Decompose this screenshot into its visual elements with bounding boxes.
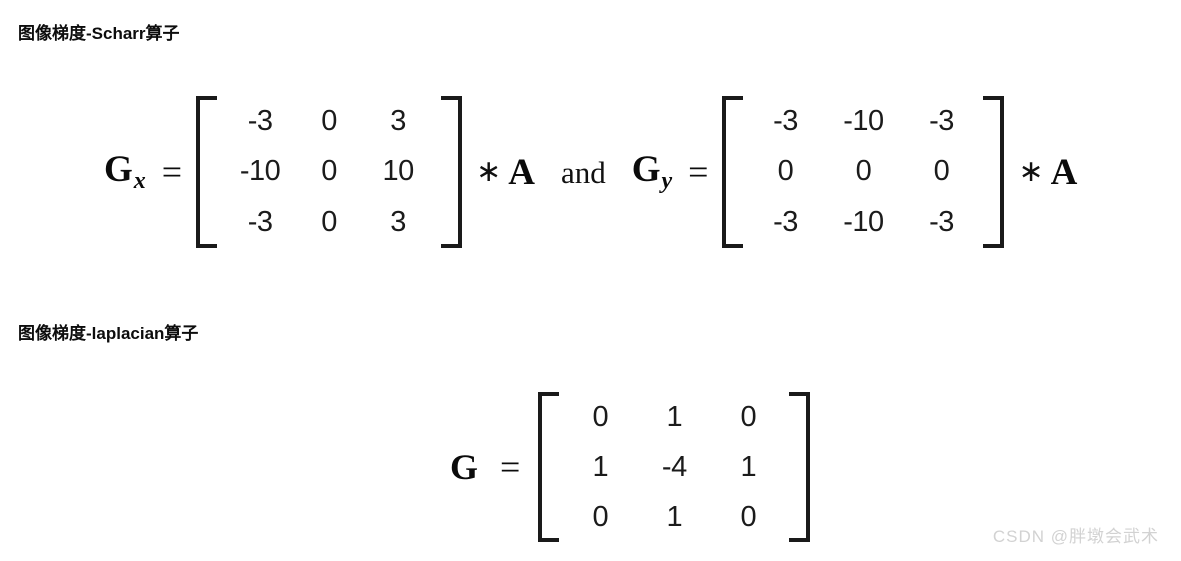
- conjunction-and: and: [560, 154, 606, 190]
- matrix-cell: 3: [390, 104, 406, 137]
- matrix-bracket-right-icon: [789, 392, 811, 542]
- matrix-cell: -10: [239, 155, 281, 188]
- scharr-formula: Gx = -3 0 3 -10 0 10 -3 0 3 ∗ A and Gy =…: [104, 96, 1077, 248]
- matrix-cell: 0: [740, 400, 757, 433]
- matrix-bracket-left-icon: [538, 392, 560, 542]
- laplacian-formula: G = 0 1 0 1 -4 1 0 1 0: [450, 392, 811, 542]
- matrix-cell: -3: [929, 206, 954, 239]
- matrix-cell: 10: [382, 155, 414, 188]
- gy-equals-sign: =: [688, 152, 709, 192]
- convolution-operator-x: ∗: [476, 155, 502, 188]
- gy-symbol-subscript: y: [661, 167, 673, 194]
- matrix-cell: -10: [843, 104, 884, 137]
- matrix-cell: -3: [773, 104, 798, 137]
- laplacian-matrix: 0 1 0 1 -4 1 0 1 0: [538, 392, 811, 542]
- matrix-cell: 0: [855, 155, 872, 188]
- gx-symbol: Gx: [104, 151, 146, 193]
- matrix-cell: -3: [929, 104, 954, 137]
- matrix-cell: -3: [247, 206, 273, 239]
- matrix-cell: -3: [773, 206, 798, 239]
- scharr-gx-matrix: -3 0 3 -10 0 10 -3 0 3: [196, 96, 463, 248]
- gx-symbol-subscript: x: [133, 167, 146, 194]
- matrix-cell: 0: [592, 500, 609, 533]
- matrix-cell: 0: [321, 206, 337, 239]
- matrix-cell: -4: [661, 450, 687, 483]
- operand-a-x: A: [508, 151, 535, 193]
- matrix-cell: -10: [843, 206, 884, 239]
- matrix-cell: 3: [390, 206, 406, 239]
- matrix-bracket-left-icon: [722, 96, 744, 248]
- matrix-bracket-right-icon: [983, 96, 1005, 248]
- csdn-watermark: CSDN @胖墩会武术: [992, 527, 1159, 546]
- convolution-operator-y: ∗: [1018, 155, 1044, 188]
- section-heading-laplacian: 图像梯度-laplacian算子: [18, 324, 199, 343]
- operand-a-y: A: [1050, 151, 1078, 193]
- matrix-cell: 0: [592, 400, 609, 433]
- matrix-cell: 1: [740, 450, 757, 483]
- gy-symbol-letter: G: [631, 149, 661, 191]
- matrix-cell: -3: [247, 104, 273, 137]
- section-heading-scharr: 图像梯度-Scharr算子: [18, 24, 180, 43]
- gx-symbol-letter: G: [104, 149, 133, 191]
- matrix-bracket-right-icon: [441, 96, 463, 248]
- matrix-cell: 0: [321, 155, 337, 188]
- g-equals-sign: =: [500, 447, 521, 487]
- matrix-cell: 0: [740, 500, 757, 533]
- matrix-cell: 0: [777, 155, 794, 188]
- matrix-cell: 1: [666, 400, 683, 433]
- matrix-cell: 1: [666, 500, 683, 533]
- gx-equals-sign: =: [161, 152, 183, 192]
- scharr-gy-matrix-grid: -3 -10 -3 0 0 0 -3 -10 -3: [748, 96, 978, 248]
- matrix-cell: 0: [933, 155, 950, 188]
- gy-symbol: Gy: [632, 151, 672, 193]
- laplacian-matrix-grid: 0 1 0 1 -4 1 0 1 0: [564, 392, 784, 542]
- matrix-bracket-left-icon: [196, 96, 218, 248]
- matrix-cell: 0: [321, 104, 337, 137]
- g-symbol: G: [450, 447, 479, 487]
- scharr-gy-matrix: -3 -10 -3 0 0 0 -3 -10 -3: [722, 96, 1005, 248]
- matrix-cell: 1: [592, 450, 609, 483]
- scharr-gx-matrix-grid: -3 0 3 -10 0 10 -3 0 3: [222, 96, 436, 248]
